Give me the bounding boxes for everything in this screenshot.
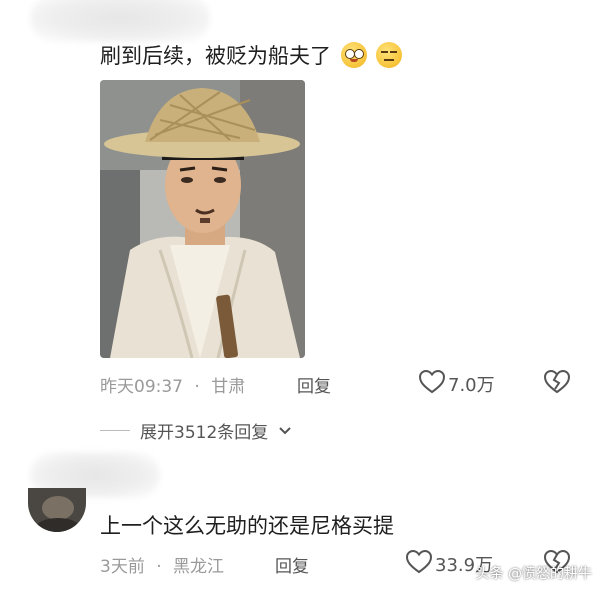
avatar[interactable] bbox=[28, 488, 86, 532]
broken-heart-icon[interactable] bbox=[543, 369, 571, 395]
comment-meta: 3天前 · 黑龙江 bbox=[100, 552, 224, 577]
expand-replies-button[interactable]: 展开3512条回复 bbox=[100, 418, 292, 443]
expand-replies-label: 展开3512条回复 bbox=[140, 423, 269, 443]
comment-location: 黑龙江 bbox=[173, 557, 225, 577]
smirk-emoji-icon bbox=[376, 42, 403, 68]
watermark: 头条 @愤怒的耕牛 bbox=[475, 566, 592, 582]
comment-text: 刷到后续，被贬为船夫了 bbox=[100, 40, 403, 70]
reply-button[interactable]: 回复 bbox=[297, 372, 331, 397]
boatman-photo bbox=[100, 80, 305, 358]
username-blurred bbox=[30, 0, 210, 42]
chevron-down-icon bbox=[279, 426, 291, 434]
meta-separator: · bbox=[194, 377, 200, 397]
like-count: 7.0万 bbox=[448, 375, 495, 396]
reply-button[interactable]: 回复 bbox=[275, 552, 309, 577]
comment-text: 上一个这么无助的还是尼格买提 bbox=[100, 514, 394, 538]
comment-location: 甘肃 bbox=[211, 377, 246, 397]
comment-time: 昨天09:37 bbox=[100, 377, 183, 397]
comment-body: 刷到后续，被贬为船夫了 bbox=[100, 44, 331, 68]
comment-meta: 昨天09:37 · 甘肃 bbox=[100, 372, 245, 397]
comment-time: 3天前 bbox=[100, 557, 145, 577]
heart-icon[interactable] bbox=[418, 369, 446, 395]
meta-separator: · bbox=[156, 557, 162, 577]
divider-line bbox=[100, 430, 130, 431]
comment-image[interactable] bbox=[100, 80, 305, 358]
heart-icon[interactable] bbox=[405, 549, 433, 575]
blush-emoji-icon bbox=[340, 42, 367, 68]
